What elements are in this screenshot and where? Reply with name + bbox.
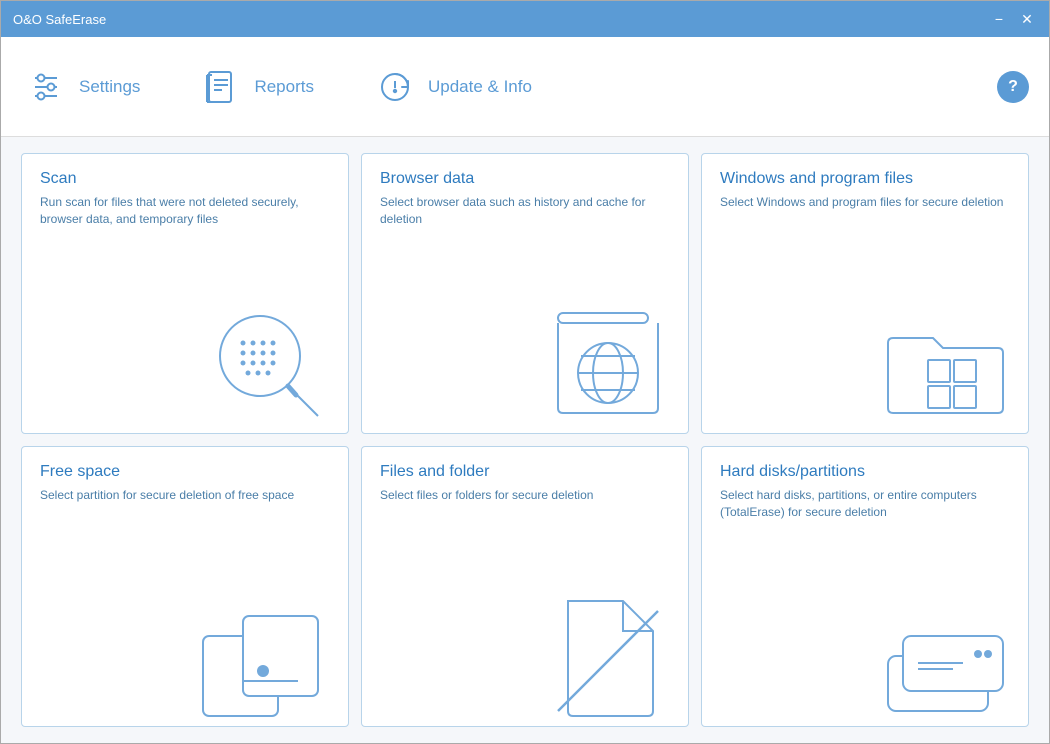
settings-label: Settings bbox=[79, 77, 140, 97]
title-bar: O&O SafeErase − ✕ bbox=[1, 1, 1049, 37]
update-label: Update & Info bbox=[428, 77, 532, 97]
freespace-title: Free space bbox=[40, 463, 330, 481]
update-icon bbox=[374, 66, 416, 108]
toolbar: Settings Reports Update & Info bbox=[1, 37, 1049, 137]
reports-nav[interactable]: Reports bbox=[200, 66, 314, 108]
windows-card[interactable]: Windows and program files Select Windows… bbox=[701, 153, 1029, 434]
freespace-desc: Select partition for secure deletion of … bbox=[40, 487, 330, 504]
freespace-illustration bbox=[188, 581, 348, 726]
window-controls: − ✕ bbox=[989, 9, 1037, 29]
scan-illustration bbox=[188, 288, 348, 433]
reports-icon bbox=[200, 66, 242, 108]
windows-title: Windows and program files bbox=[720, 170, 1010, 188]
scan-card[interactable]: Scan Run scan for files that were not de… bbox=[21, 153, 349, 434]
main-window: O&O SafeErase − ✕ Settings bbox=[0, 0, 1050, 744]
browser-card[interactable]: Browser data Select browser data such as… bbox=[361, 153, 689, 434]
windows-desc: Select Windows and program files for sec… bbox=[720, 194, 1010, 211]
close-button[interactable]: ✕ bbox=[1017, 9, 1037, 29]
harddisks-desc: Select hard disks, partitions, or entire… bbox=[720, 487, 1010, 521]
window-title: O&O SafeErase bbox=[13, 12, 106, 27]
browser-illustration bbox=[528, 288, 688, 433]
files-title: Files and folder bbox=[380, 463, 670, 481]
browser-title: Browser data bbox=[380, 170, 670, 188]
scan-title: Scan bbox=[40, 170, 330, 188]
reports-label: Reports bbox=[254, 77, 314, 97]
files-card[interactable]: Files and folder Select files or folders… bbox=[361, 446, 689, 727]
harddisks-title: Hard disks/partitions bbox=[720, 463, 1010, 481]
minimize-button[interactable]: − bbox=[989, 9, 1009, 29]
scan-desc: Run scan for files that were not deleted… bbox=[40, 194, 330, 228]
cards-grid: Scan Run scan for files that were not de… bbox=[1, 137, 1049, 743]
files-desc: Select files or folders for secure delet… bbox=[380, 487, 670, 504]
windows-illustration bbox=[868, 288, 1028, 433]
settings-icon bbox=[25, 66, 67, 108]
browser-desc: Select browser data such as history and … bbox=[380, 194, 670, 228]
settings-nav[interactable]: Settings bbox=[25, 66, 140, 108]
harddisks-illustration bbox=[868, 581, 1028, 726]
harddisks-card[interactable]: Hard disks/partitions Select hard disks,… bbox=[701, 446, 1029, 727]
files-illustration bbox=[528, 581, 688, 726]
help-button[interactable]: ? bbox=[997, 71, 1029, 103]
freespace-card[interactable]: Free space Select partition for secure d… bbox=[21, 446, 349, 727]
update-nav[interactable]: Update & Info bbox=[374, 66, 532, 108]
